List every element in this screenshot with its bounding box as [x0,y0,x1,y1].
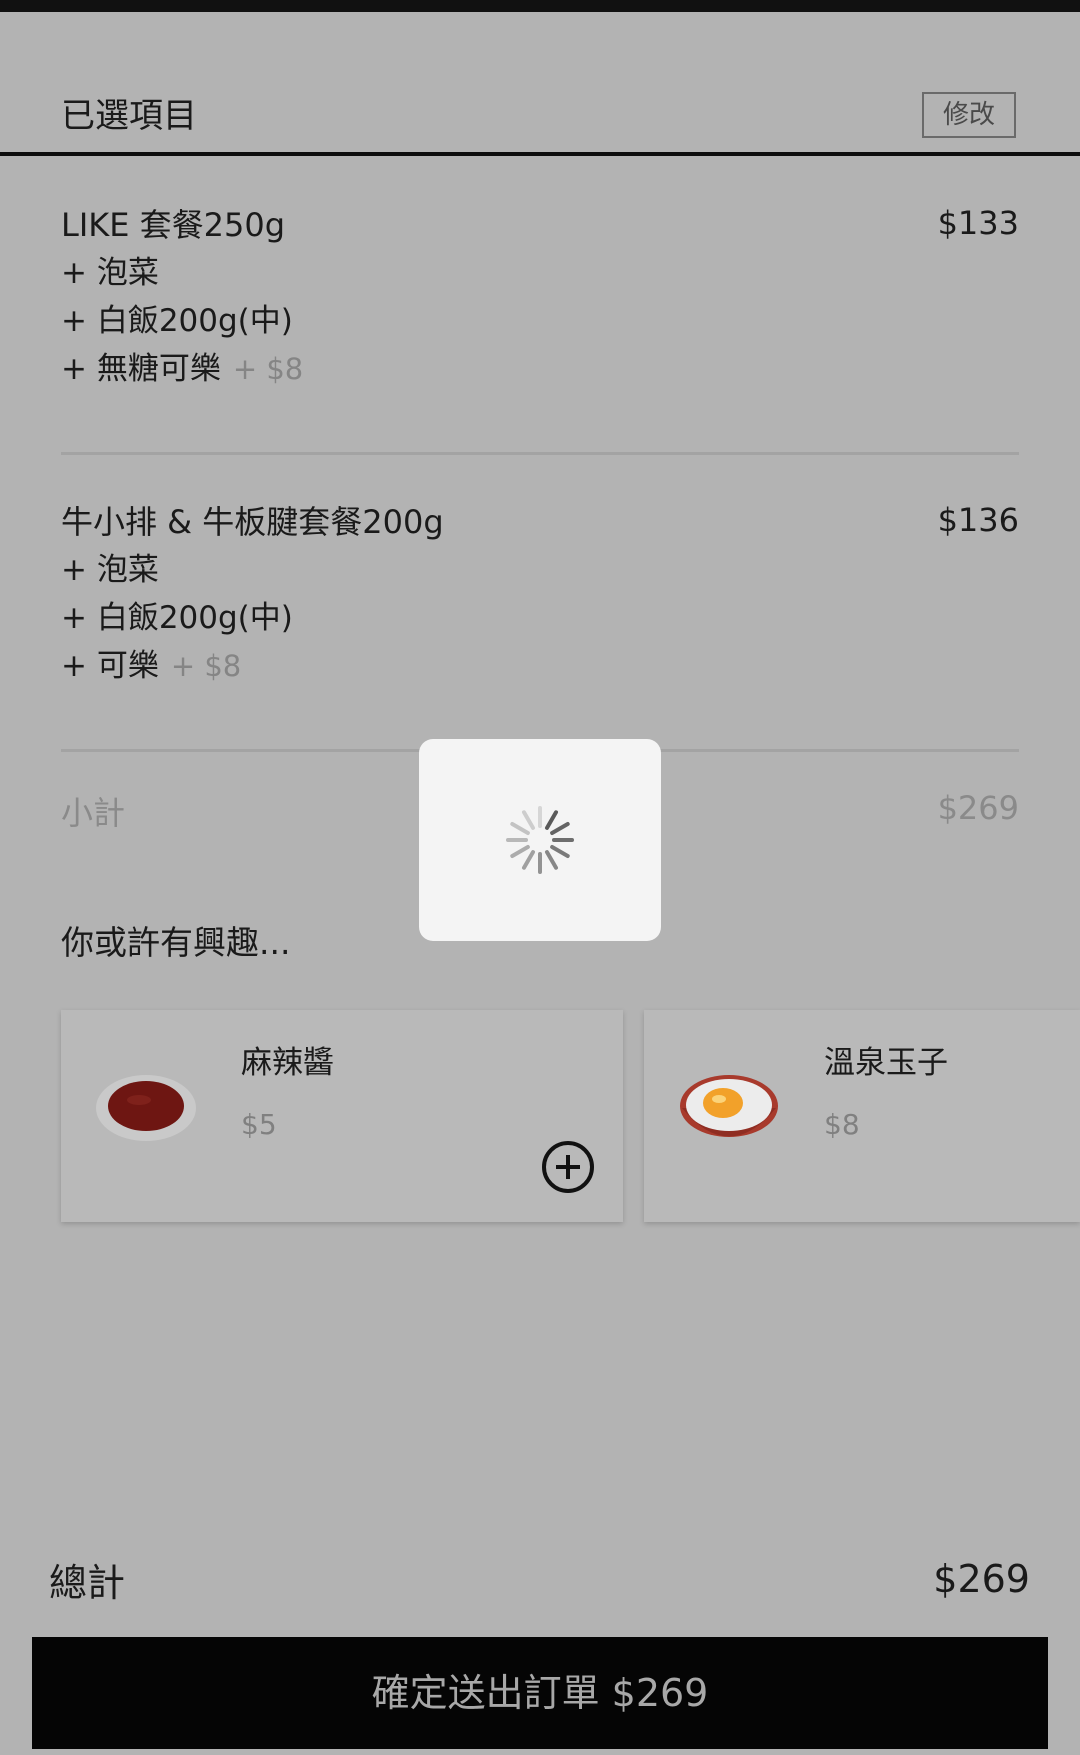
option-label: + 白飯200g(中) [61,303,293,339]
option-label: + 可樂 [61,648,159,684]
option-label: + 泡菜 [61,255,159,291]
submit-order-button[interactable]: 確定送出訂單 $269 [32,1637,1048,1749]
item-option: + 無糖可樂 + $8 [61,345,1019,393]
status-bar [0,0,1080,12]
edit-button[interactable]: 修改 [922,92,1016,138]
submit-amount: $269 [611,1671,709,1715]
header-divider [0,152,1080,156]
total-value: $269 [933,1557,1030,1601]
recommendations-title: 你或許有興趣... [61,923,291,962]
recommendation-name: 溫泉玉子 [824,1045,948,1081]
item-price: $136 [937,501,1019,539]
option-label: + 無糖可樂 [61,351,221,387]
recommendation-card[interactable]: 麻辣醬 $5 [61,1010,623,1222]
subtotal-label: 小計 [61,794,126,832]
option-label: + 白飯200g(中) [61,600,293,636]
add-circle-icon[interactable] [541,1140,595,1194]
order-item: LIKE 套餐250g $133 + 泡菜 + 白飯200g(中) + 無糖可樂… [61,201,1019,393]
item-option: + 泡菜 [61,546,1019,594]
item-option: + 泡菜 [61,249,1019,297]
item-price: $133 [937,204,1019,242]
selected-items-header: 已選項目 修改 [0,88,1080,156]
section-title: 已選項目 [61,96,197,136]
loading-dialog [419,739,661,941]
recommendation-name: 麻辣醬 [241,1045,334,1081]
item-option: + 白飯200g(中) [61,594,1019,642]
item-option: + 白飯200g(中) [61,297,1019,345]
item-name: LIKE 套餐250g [61,206,286,244]
item-name: 牛小排 & 牛板腱套餐200g [61,503,444,541]
recommendation-price: $8 [824,1108,860,1141]
option-extra-price: + $8 [170,649,242,683]
recommendation-price: $5 [241,1108,277,1141]
option-label: + 泡菜 [61,552,159,588]
recommendation-card[interactable]: 溫泉玉子 $8 [644,1010,1080,1222]
subtotal-value: $269 [937,789,1019,827]
option-extra-price: + $8 [232,352,304,386]
onsen-egg-image [680,1075,778,1137]
order-item: 牛小排 & 牛板腱套餐200g $136 + 泡菜 + 白飯200g(中) + … [61,498,1019,690]
item-option: + 可樂 + $8 [61,642,1019,690]
total-label: 總計 [49,1561,126,1605]
checkout-panel: 總計 $269 確定送出訂單 $269 [0,1528,1080,1755]
chili-sauce-image [96,1075,196,1141]
submit-label: 確定送出訂單 [371,1671,600,1715]
item-divider [61,452,1019,455]
loading-spinner-icon [506,806,574,874]
